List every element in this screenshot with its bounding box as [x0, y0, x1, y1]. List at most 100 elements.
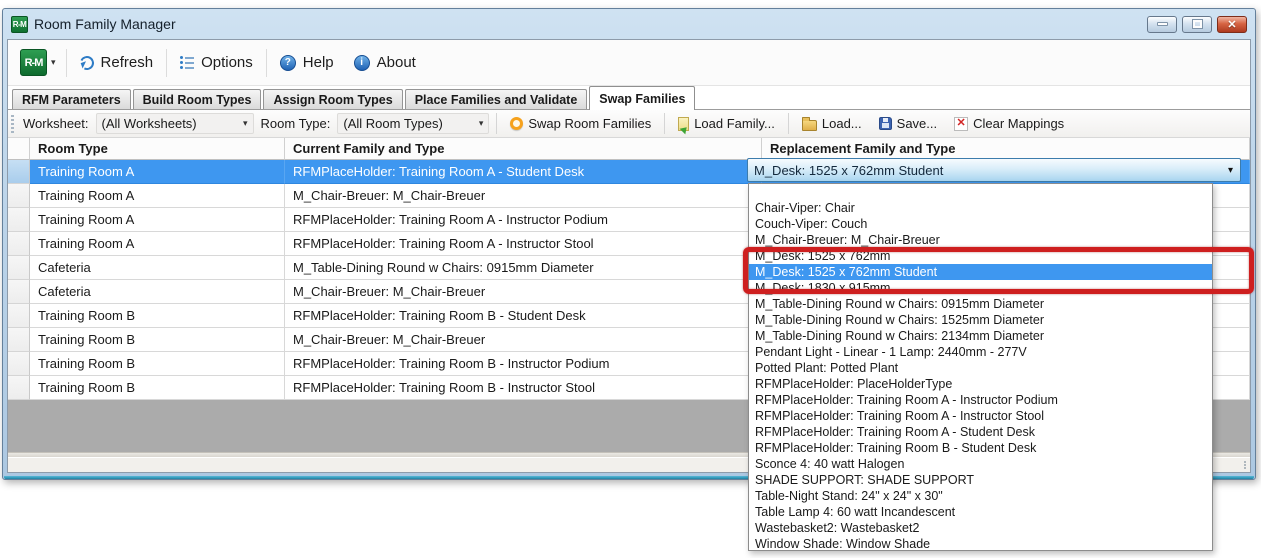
dropdown-option[interactable]: Pendant Light - Linear - 1 Lamp: 2440mm …	[749, 344, 1212, 360]
chevron-down-icon: ▾	[242, 118, 248, 128]
options-button[interactable]: Options	[173, 49, 260, 76]
dropdown-option[interactable]: M_Desk: 1525 x 762mm	[749, 248, 1212, 264]
chevron-down-icon: ▾	[51, 57, 56, 67]
current-family-cell: RFMPlaceHolder: Training Room B - Instru…	[285, 352, 762, 376]
load-family-button[interactable]: Load Family...	[672, 112, 781, 135]
column-header-room-type[interactable]: Room Type	[30, 138, 285, 160]
dropdown-option-label: RFMPlaceHolder: Training Room A - Instru…	[755, 409, 1045, 423]
dropdown-option[interactable]: Wastebasket2: Wastebasket2	[749, 520, 1212, 536]
current-family-cell: RFMPlaceHolder: Training Room A - Instru…	[285, 232, 762, 256]
row-selector-cell[interactable]	[8, 304, 30, 328]
dropdown-option-label: Window Shade: Window Shade	[755, 537, 931, 551]
clear-mappings-button[interactable]: ✕ Clear Mappings	[948, 112, 1070, 135]
row-selector-cell[interactable]	[8, 256, 30, 280]
main-toolbar: R-M ▾ Refresh Options ? Help i About	[8, 40, 1250, 86]
dropdown-option[interactable]: M_Table-Dining Round w Chairs: 0915mm Di…	[749, 296, 1212, 312]
dropdown-option[interactable]: Window Shade: Window Shade	[749, 536, 1212, 551]
dropdown-option[interactable]: SHADE SUPPORT: SHADE SUPPORT	[749, 472, 1212, 488]
row-selector-cell[interactable]	[8, 352, 30, 376]
room-type-value: (All Room Types)	[343, 116, 443, 131]
column-header-replacement-family[interactable]: Replacement Family and Type	[762, 138, 1250, 160]
column-header-current-family[interactable]: Current Family and Type	[285, 138, 762, 160]
options-label: Options	[201, 54, 253, 71]
clear-x-icon: ✕	[954, 116, 969, 131]
maximize-icon	[1191, 19, 1203, 29]
replacement-combobox[interactable]: M_Desk: 1525 x 762mm Student ▾	[747, 158, 1241, 182]
dropdown-option[interactable]: M_Desk: 1830 x 915mm	[749, 280, 1212, 296]
row-selector-cell[interactable]	[8, 280, 30, 304]
replacement-dropdown-list: Chair-Viper: Chair Couch-Viper: Couch M_Ch…	[748, 183, 1213, 551]
dropdown-option[interactable]: Table-Night Stand: 24" x 24" x 30"	[749, 488, 1212, 504]
about-button[interactable]: i About	[347, 49, 423, 76]
dropdown-option[interactable]: Sconce 4: 40 watt Halogen	[749, 456, 1212, 472]
dropdown-option-label: Table-Night Stand: 24" x 24" x 30"	[755, 489, 943, 503]
dropdown-option[interactable]: M_Chair-Breuer: M_Chair-Breuer	[749, 232, 1212, 248]
dropdown-option[interactable]: Chair-Viper: Chair	[749, 200, 1212, 216]
refresh-button[interactable]: Refresh	[73, 49, 161, 76]
tab[interactable]: Place Families and Validate	[404, 89, 588, 110]
minimize-icon	[1156, 22, 1168, 26]
room-type-cell: Cafeteria	[30, 280, 285, 304]
replacement-combobox-value: M_Desk: 1525 x 762mm Student	[754, 162, 944, 178]
dropdown-option[interactable]: Couch-Viper: Couch	[749, 216, 1212, 232]
dropdown-option[interactable]: RFMPlaceHolder: Training Room B - Studen…	[749, 440, 1212, 456]
current-family-cell: M_Chair-Breuer: M_Chair-Breuer	[285, 184, 762, 208]
open-folder-icon	[801, 116, 817, 131]
swap-ring-icon	[510, 117, 524, 130]
tab[interactable]: RFM Parameters	[12, 89, 131, 110]
tab[interactable]: Assign Room Types	[263, 89, 403, 110]
titlebar[interactable]: R-M Room Family Manager ✕	[3, 9, 1255, 39]
toolbar-separator	[65, 48, 67, 77]
help-button[interactable]: ? Help	[273, 49, 341, 76]
dropdown-option[interactable]: M_Table-Dining Round w Chairs: 1525mm Di…	[749, 312, 1212, 328]
save-button[interactable]: Save...	[873, 112, 943, 135]
room-type-dropdown[interactable]: (All Room Types) ▾	[337, 113, 490, 134]
worksheet-dropdown[interactable]: (All Worksheets) ▾	[95, 113, 254, 134]
load-family-label: Load Family...	[694, 116, 775, 131]
help-icon: ?	[279, 54, 296, 71]
dropdown-option[interactable]: RFMPlaceHolder: PlaceHolderType	[749, 376, 1212, 392]
grid-header-row: Room Type Current Family and Type Replac…	[8, 138, 1250, 160]
row-selector-cell[interactable]	[8, 184, 30, 208]
minimize-button[interactable]	[1147, 15, 1177, 33]
dropdown-option-label: Pendant Light - Linear - 1 Lamp: 2440mm …	[755, 345, 1027, 359]
resize-grip[interactable]	[1244, 461, 1246, 469]
tab-label: Assign Room Types	[273, 93, 393, 107]
dropdown-option[interactable]	[749, 184, 1212, 200]
dropdown-option[interactable]: RFMPlaceHolder: Training Room A - Studen…	[749, 424, 1212, 440]
dropdown-option[interactable]: M_Table-Dining Round w Chairs: 2134mm Di…	[749, 328, 1212, 344]
load-button[interactable]: Load...	[796, 112, 868, 135]
toolbar-separator	[166, 48, 168, 77]
app-menu-button[interactable]: R-M ▾	[16, 47, 60, 78]
filter-toolbar: Worksheet: (All Worksheets) ▾ Room Type:…	[8, 110, 1250, 138]
current-family-cell: M_Table-Dining Round w Chairs: 0915mm Di…	[285, 256, 762, 280]
row-selector-cell[interactable]	[8, 232, 30, 256]
screenshot-stage: R-M Room Family Manager ✕ R-M ▾ Refresh	[0, 0, 1261, 558]
current-family-cell: RFMPlaceHolder: Training Room B - Studen…	[285, 304, 762, 328]
row-selector-cell[interactable]	[8, 376, 30, 400]
info-icon: i	[353, 54, 370, 71]
dropdown-option[interactable]: Potted Plant: Potted Plant	[749, 360, 1212, 376]
toolbar-grip-handle[interactable]	[11, 114, 14, 133]
dropdown-option-label: Couch-Viper: Couch	[755, 217, 868, 231]
tab[interactable]: Build Room Types	[132, 89, 262, 110]
tab-strip: RFM Parameters Build Room Types Assign Roo…	[8, 86, 1250, 110]
worksheet-label: Worksheet:	[23, 116, 89, 131]
row-selector-cell[interactable]	[8, 328, 30, 352]
dropdown-option[interactable]: Table Lamp 4: 60 watt Incandescent	[749, 504, 1212, 520]
close-button[interactable]: ✕	[1217, 15, 1247, 33]
current-family-cell: RFMPlaceHolder: Training Room A - Instru…	[285, 208, 762, 232]
dropdown-option[interactable]: RFMPlaceHolder: Training Room A - Instru…	[749, 408, 1212, 424]
tab-label: Swap Families	[599, 91, 686, 106]
toolbar-separator	[265, 48, 267, 77]
row-selector-cell[interactable]	[8, 208, 30, 232]
tab[interactable]: Swap Families	[589, 86, 696, 110]
room-type-cell: Training Room B	[30, 304, 285, 328]
current-family-cell: RFMPlaceHolder: Training Room A - Studen…	[285, 160, 762, 184]
swap-room-families-button[interactable]: Swap Room Families	[504, 112, 657, 135]
dropdown-option-label: Table Lamp 4: 60 watt Incandescent	[755, 505, 956, 519]
dropdown-option[interactable]: M_Desk: 1525 x 762mm Student	[749, 264, 1212, 280]
maximize-button[interactable]	[1182, 15, 1212, 33]
dropdown-option[interactable]: RFMPlaceHolder: Training Room A - Instru…	[749, 392, 1212, 408]
row-selector-cell[interactable]	[8, 160, 30, 184]
